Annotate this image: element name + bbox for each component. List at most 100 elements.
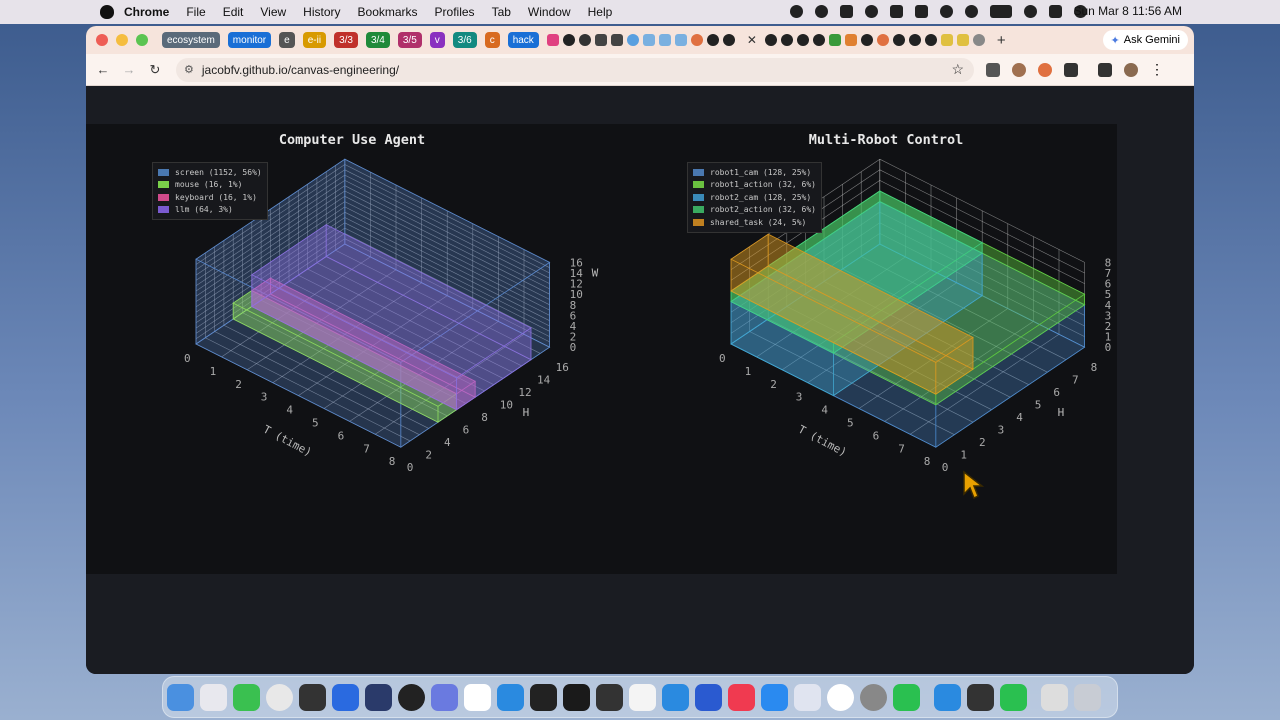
menu-tab[interactable]: Tab: [492, 5, 511, 19]
reload-icon[interactable]: ↻: [146, 62, 164, 78]
tab-favicon[interactable]: [972, 34, 985, 46]
tab-favicon[interactable]: [844, 34, 857, 46]
extension-icon[interactable]: [986, 62, 1000, 77]
tab-favicon[interactable]: [876, 34, 889, 46]
app-icon[interactable]: [431, 683, 458, 711]
menubar-clock[interactable]: Sun Mar 8 11:56 AM: [1073, 4, 1182, 18]
menu-app-chrome[interactable]: Chrome: [124, 5, 169, 19]
system-settings-icon[interactable]: [860, 683, 887, 711]
control-center-icon[interactable]: [1049, 5, 1062, 18]
tab-favicon[interactable]: [860, 34, 873, 46]
tab-group-hack[interactable]: hack: [507, 32, 539, 48]
tab-group-v[interactable]: v: [429, 32, 445, 48]
kebab-menu-icon[interactable]: ⋮: [1150, 61, 1164, 78]
trash-icon[interactable]: [1074, 683, 1101, 711]
apple-icon[interactable]: [100, 5, 114, 19]
menu-profiles[interactable]: Profiles: [435, 5, 475, 19]
launchpad-icon[interactable]: [200, 683, 227, 711]
tab-group-e[interactable]: e: [279, 32, 295, 48]
tab-favicon[interactable]: [642, 34, 655, 46]
sparkle-icon[interactable]: [815, 5, 828, 18]
tab-group-3-5[interactable]: 3/5: [397, 32, 422, 48]
tab-favicon[interactable]: [690, 34, 703, 46]
xcode-icon[interactable]: [662, 683, 689, 711]
globe-icon[interactable]: [626, 34, 639, 46]
tab-favicon[interactable]: [562, 34, 575, 46]
tab-favicon[interactable]: [610, 34, 623, 46]
search-icon[interactable]: [1024, 5, 1037, 18]
tab-group-monitor[interactable]: monitor: [227, 32, 272, 48]
menu-bookmarks[interactable]: Bookmarks: [358, 5, 418, 19]
slack-icon[interactable]: [464, 683, 491, 711]
quicktime-icon[interactable]: [934, 683, 961, 711]
menu-window[interactable]: Window: [528, 5, 571, 19]
menu-file[interactable]: File: [186, 5, 205, 19]
new-tab-icon[interactable]: +: [997, 32, 1006, 49]
pinwheel-icon[interactable]: [940, 5, 953, 18]
extension-icon[interactable]: [1038, 62, 1052, 77]
tab-favicon[interactable]: [908, 34, 921, 46]
fork-icon[interactable]: [890, 5, 903, 18]
whatsapp-icon[interactable]: [893, 683, 920, 711]
bookmark-star-icon[interactable]: ☆: [951, 61, 964, 78]
close-window-button[interactable]: [96, 34, 108, 46]
tab-favicon[interactable]: [780, 34, 793, 46]
tab-group-3-3[interactable]: 3/3: [334, 32, 358, 48]
exec-icon[interactable]: [596, 683, 623, 711]
avatar[interactable]: [1124, 62, 1138, 77]
battery-icon[interactable]: [990, 5, 1012, 18]
tab-group-e-ii[interactable]: e-ii: [302, 32, 327, 48]
github-icon[interactable]: [722, 34, 735, 46]
cube-app-icon[interactable]: [967, 683, 994, 711]
site-info-icon[interactable]: ⚙: [184, 63, 194, 76]
menu-view[interactable]: View: [260, 5, 286, 19]
simulator-icon[interactable]: [794, 683, 821, 711]
address-bar[interactable]: ⚙ jacobfv.github.io/canvas-engineering/ …: [176, 57, 974, 82]
shield-icon[interactable]: [840, 5, 853, 18]
tab-favicon[interactable]: [546, 34, 559, 46]
terminal-dollar-icon[interactable]: [563, 683, 590, 711]
tab-favicon[interactable]: [674, 34, 687, 46]
tab-favicon[interactable]: [764, 34, 777, 46]
finder-icon[interactable]: [167, 683, 194, 711]
forward-icon[interactable]: →: [120, 62, 138, 77]
record-icon[interactable]: [790, 5, 803, 18]
minimize-window-button[interactable]: [116, 34, 128, 46]
tab-group-ecosystem[interactable]: ecosystem: [162, 32, 220, 48]
codeedit-icon[interactable]: [695, 683, 722, 711]
wifi-icon[interactable]: [965, 5, 978, 18]
xcode-instruments-icon[interactable]: [332, 683, 359, 711]
messages-icon[interactable]: [233, 683, 260, 711]
tab-search-icon[interactable]: [1098, 62, 1112, 77]
ask-gemini-button[interactable]: ✦ Ask Gemini: [1102, 30, 1188, 50]
chrome-icon[interactable]: [266, 683, 293, 711]
tab-favicon[interactable]: [658, 34, 671, 46]
tab-favicon[interactable]: [940, 34, 953, 46]
app-store-icon[interactable]: [761, 683, 788, 711]
tab-group-3-4[interactable]: 3/4: [365, 32, 390, 48]
close-tab-icon[interactable]: ✕: [747, 33, 757, 47]
github-icon[interactable]: [812, 34, 825, 46]
tab-favicon[interactable]: [956, 34, 969, 46]
cube-app-icon[interactable]: [299, 683, 326, 711]
notes-icon[interactable]: [629, 683, 656, 711]
chatgpt-icon[interactable]: [398, 683, 425, 711]
menu-edit[interactable]: Edit: [223, 5, 244, 19]
back-icon[interactable]: ←: [94, 62, 112, 77]
tab-favicon[interactable]: [828, 34, 841, 46]
phone-icon[interactable]: [1000, 683, 1027, 711]
arc-icon[interactable]: [365, 683, 392, 711]
github-icon[interactable]: [706, 34, 719, 46]
tab-favicon[interactable]: [892, 34, 905, 46]
tab-favicon[interactable]: [594, 34, 607, 46]
v-icon[interactable]: [915, 5, 928, 18]
puzzle-icon[interactable]: [1064, 62, 1078, 77]
menu-help[interactable]: Help: [588, 5, 613, 19]
music-icon[interactable]: [728, 683, 755, 711]
github-icon[interactable]: [578, 34, 591, 46]
downloads-stack-icon[interactable]: [1041, 683, 1068, 711]
menu-history[interactable]: History: [303, 5, 340, 19]
1password-icon[interactable]: [827, 683, 854, 711]
zoom-window-button[interactable]: [136, 34, 148, 46]
github-icon[interactable]: [924, 34, 937, 46]
